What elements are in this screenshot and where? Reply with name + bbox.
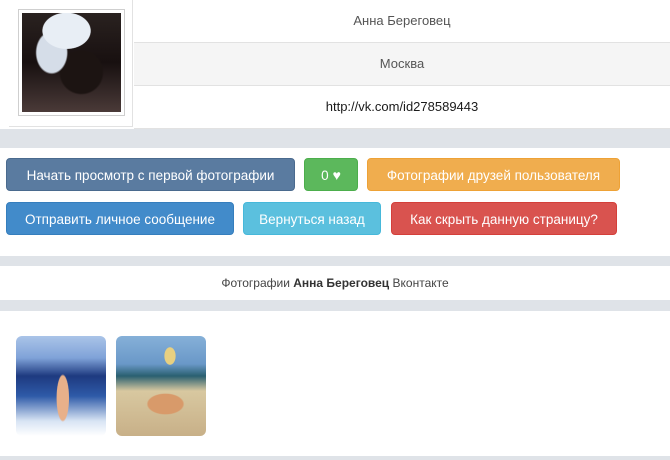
likes-count: 0 (321, 168, 329, 183)
profile-city: Москва (134, 43, 670, 86)
profile-info: Анна Береговец Москва http://vk.com/id27… (134, 0, 670, 129)
photos-caption: Фотографии Анна Береговец Вконтакте (0, 266, 670, 300)
caption-suffix: Вконтакте (392, 276, 449, 290)
profile-url-link[interactable]: http://vk.com/id278589443 (134, 86, 670, 129)
likes-button[interactable]: 0 ♥ (304, 158, 358, 191)
profile-card: Анна Береговец Москва http://vk.com/id27… (0, 0, 670, 129)
friends-photos-button[interactable]: Фотографии друзей пользователя (367, 158, 620, 191)
avatar-image (22, 13, 121, 112)
heart-icon: ♥ (332, 167, 341, 183)
caption-prefix: Фотографии (221, 276, 290, 290)
go-back-button[interactable]: Вернуться назад (243, 202, 381, 235)
avatar[interactable] (18, 9, 125, 116)
send-message-button[interactable]: Отправить личное сообщение (6, 202, 234, 235)
profile-name: Анна Береговец (134, 0, 670, 43)
caption-name: Анна Береговец (293, 276, 390, 290)
photo-gallery (0, 311, 670, 456)
photo-thumbnail[interactable] (116, 336, 206, 436)
avatar-cell (9, 0, 133, 127)
hide-page-button[interactable]: Как скрыть данную страницу? (391, 202, 617, 235)
photo-thumbnail[interactable] (16, 336, 106, 436)
start-view-button[interactable]: Начать просмотр с первой фотографии (6, 158, 295, 191)
actions-panel: Начать просмотр с первой фотографии 0 ♥ Ф… (0, 148, 670, 256)
